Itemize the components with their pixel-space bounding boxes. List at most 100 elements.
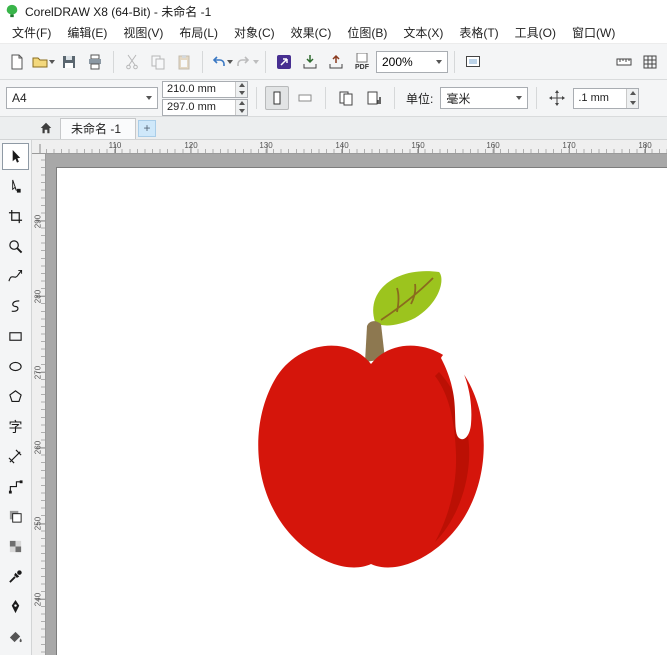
add-page-button[interactable]: + <box>138 119 157 137</box>
portrait-icon <box>273 91 281 105</box>
show-rulers-button[interactable] <box>612 50 636 74</box>
zoom-level-value: 200% <box>382 54 413 69</box>
menu-text[interactable]: 文本(X) <box>395 21 451 44</box>
apple-artwork[interactable] <box>251 264 491 574</box>
propbar-separator <box>256 87 257 109</box>
menu-view[interactable]: 视图(V) <box>115 21 171 44</box>
undo-button[interactable] <box>209 50 233 74</box>
bezier-tool[interactable] <box>2 293 29 320</box>
nudge-offset-button[interactable] <box>545 86 569 110</box>
current-page-button[interactable] <box>362 86 386 110</box>
outline-pen-icon <box>11 599 20 614</box>
bezier-icon <box>11 300 20 312</box>
cut-button[interactable] <box>120 50 144 74</box>
paste-button[interactable] <box>172 50 196 74</box>
menu-table[interactable]: 表格(T) <box>451 21 506 44</box>
vruler-label: 270 <box>33 365 43 380</box>
property-bar: A4 210.0 mm 297.0 mm 单位: 毫米 .1 mm <box>0 80 667 117</box>
outline-pen-tool[interactable] <box>2 593 29 620</box>
document-tab-active[interactable]: 未命名 -1 <box>60 117 137 139</box>
units-caret-icon <box>516 96 523 100</box>
toolbar-separator <box>113 50 114 73</box>
fill-tool[interactable] <box>2 623 29 650</box>
propbar-separator <box>536 87 538 109</box>
units-value: 毫米 <box>446 91 471 106</box>
menu-effects[interactable]: 效果(C) <box>283 21 340 44</box>
width-down-button[interactable] <box>236 89 247 97</box>
pick-icon <box>12 149 21 163</box>
copy-button[interactable] <box>146 50 170 74</box>
hruler-label: 140 <box>335 141 349 150</box>
vruler-label: 280 <box>33 289 43 304</box>
new-document-icon <box>11 54 23 69</box>
pick-tool[interactable] <box>2 143 29 170</box>
portrait-button[interactable] <box>265 86 289 110</box>
menu-layout[interactable]: 布局(L) <box>171 21 226 44</box>
welcome-home-button[interactable] <box>34 118 58 138</box>
shape-tool[interactable] <box>2 173 29 200</box>
menu-tools[interactable]: 工具(O) <box>507 21 564 44</box>
menu-file[interactable]: 文件(F) <box>4 21 59 44</box>
nudge-down-button[interactable] <box>627 98 639 108</box>
nudge-offset-value: .1 mm <box>578 92 609 104</box>
units-combobox[interactable]: 毫米 <box>440 87 529 109</box>
vertical-ruler[interactable]: 290 280 270 260 250 240 <box>32 154 46 655</box>
vruler-label: 250 <box>33 516 43 531</box>
dimension-icon <box>8 449 22 464</box>
nudge-offset-input[interactable]: .1 mm <box>573 87 640 109</box>
document-page[interactable] <box>56 167 667 655</box>
open-button[interactable] <box>31 50 55 74</box>
horizontal-ruler[interactable]: 110 120 130 140 150 160 170 180 <box>32 140 667 154</box>
rectangle-tool[interactable] <box>2 323 29 350</box>
page-size-combobox[interactable]: A4 <box>6 87 158 109</box>
all-pages-button[interactable] <box>334 86 358 110</box>
page-height-input[interactable]: 297.0 mm <box>162 98 248 116</box>
dimension-tool[interactable] <box>2 443 29 470</box>
ellipse-tool[interactable] <box>2 353 29 380</box>
page-width-input[interactable]: 210.0 mm <box>162 80 248 98</box>
height-up-button[interactable] <box>236 99 247 107</box>
print-button[interactable] <box>83 50 107 74</box>
menu-object[interactable]: 对象(C) <box>226 21 283 44</box>
menu-bitmaps[interactable]: 位图(B) <box>339 21 395 44</box>
zoom-level-combobox[interactable]: 200% <box>376 50 448 73</box>
save-button[interactable] <box>57 50 81 74</box>
zoom-tool[interactable] <box>2 233 29 260</box>
apple-svg <box>258 271 484 568</box>
freehand-tool[interactable] <box>2 263 29 290</box>
polygon-tool[interactable] <box>2 383 29 410</box>
nudge-up-button[interactable] <box>627 88 639 98</box>
connector-tool[interactable] <box>2 473 29 500</box>
ellipse-icon <box>9 361 22 372</box>
hruler-label: 150 <box>411 141 425 150</box>
propbar-separator <box>394 87 395 109</box>
menu-edit[interactable]: 编辑(E) <box>59 21 115 44</box>
drop-shadow-tool[interactable] <box>2 503 29 530</box>
pdf-page-icon <box>356 52 368 62</box>
height-down-button[interactable] <box>236 107 247 115</box>
page-dimensions: 210.0 mm 297.0 mm <box>162 80 248 116</box>
ruler-icon <box>616 58 632 65</box>
crop-tool[interactable] <box>2 203 29 230</box>
text-tool[interactable]: 字 <box>2 413 29 440</box>
show-grid-button[interactable] <box>638 50 662 74</box>
width-up-button[interactable] <box>236 81 247 89</box>
redo-button[interactable] <box>235 50 259 74</box>
app-launcher-button[interactable] <box>272 50 296 74</box>
drawing-canvas[interactable] <box>46 154 667 655</box>
transparency-tool[interactable] <box>2 533 29 560</box>
landscape-button[interactable] <box>293 86 317 110</box>
export-button[interactable] <box>324 50 348 74</box>
eyedropper-tool[interactable] <box>2 563 29 590</box>
export-icon <box>329 54 343 68</box>
new-document-button[interactable] <box>5 50 29 74</box>
hruler-label: 180 <box>638 141 652 150</box>
import-icon <box>303 54 317 68</box>
import-button[interactable] <box>298 50 322 74</box>
fullscreen-preview-icon <box>466 55 480 67</box>
menu-window[interactable]: 窗口(W) <box>564 21 623 44</box>
fullscreen-preview-button[interactable] <box>461 50 485 74</box>
eyedropper-icon <box>9 570 22 583</box>
pdf-export-button[interactable]: PDF <box>350 50 374 74</box>
page-width-value: 210.0 mm <box>167 83 216 95</box>
